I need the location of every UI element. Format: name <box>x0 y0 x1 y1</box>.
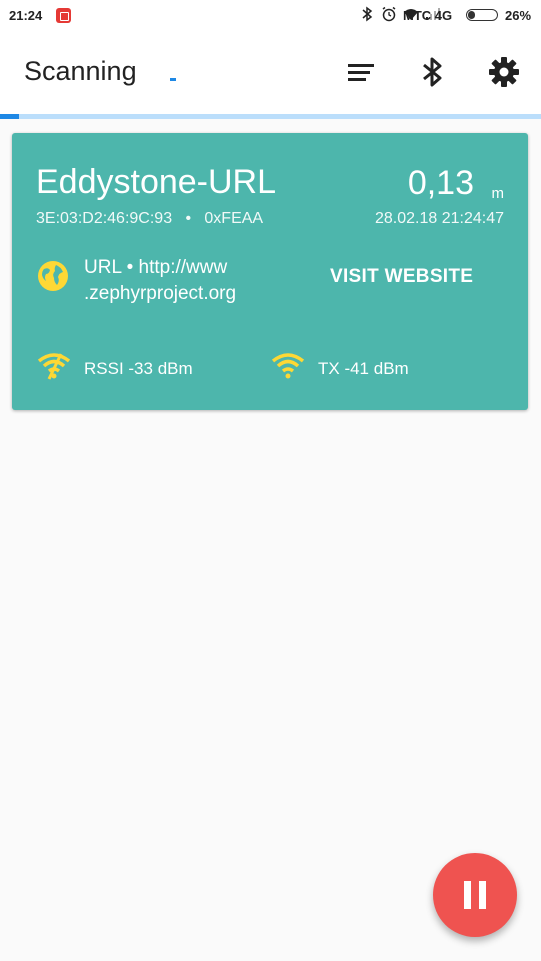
beacon-timestamp: 28.02.18 21:24:47 <box>374 210 504 227</box>
scanning-indicator <box>170 78 176 81</box>
rssi-signal-icon <box>37 353 71 380</box>
battery-icon <box>466 9 498 21</box>
scan-progress-bar <box>0 114 541 119</box>
pause-scan-button[interactable] <box>433 853 517 937</box>
beacon-separator: • <box>185 210 192 227</box>
beacon-tx-power: TX -41 dBm <box>318 359 409 378</box>
beacon-url-line1: URL • http://www <box>84 257 228 278</box>
beacon-card[interactable]: Eddystone-URL 3E:03:D2:46:9C:93 • 0xFEAA… <box>12 133 528 410</box>
notification-icon <box>56 8 71 23</box>
visit-website-button[interactable]: VISIT WEBSITE <box>330 266 473 288</box>
beacon-service-uuid: 0xFEAA <box>204 210 264 227</box>
beacon-url: URL • http://www .zephyrproject.org <box>84 255 284 307</box>
beacon-url-line2: .zephyrproject.org <box>84 283 237 304</box>
alarm-icon <box>382 6 396 22</box>
settings-icon[interactable] <box>484 52 524 92</box>
page-title: Scanning <box>24 56 137 86</box>
bluetooth-icon[interactable] <box>412 52 452 92</box>
app-bar: Scanning <box>0 30 541 116</box>
status-time: 21:24 <box>9 8 43 23</box>
beacon-distance-unit: m <box>491 185 505 202</box>
globe-icon <box>38 261 68 291</box>
scan-progress-fill <box>0 114 19 119</box>
sort-icon[interactable] <box>340 52 380 92</box>
beacon-name: Eddystone-URL <box>36 163 277 201</box>
beacon-distance: 0,13 <box>407 164 474 202</box>
tx-power-icon <box>271 353 305 379</box>
beacon-address: 3E:03:D2:46:9C:93 • 0xFEAA <box>36 210 263 228</box>
beacon-rssi: RSSI -33 dBm <box>84 359 193 378</box>
status-bar: 21:24 МТС 4G 26% <box>0 0 541 30</box>
carrier-label: МТС 4G <box>403 8 453 23</box>
bluetooth-icon <box>362 6 373 22</box>
battery-percent: 26% <box>505 8 532 23</box>
beacon-mac: 3E:03:D2:46:9C:93 <box>36 210 173 227</box>
